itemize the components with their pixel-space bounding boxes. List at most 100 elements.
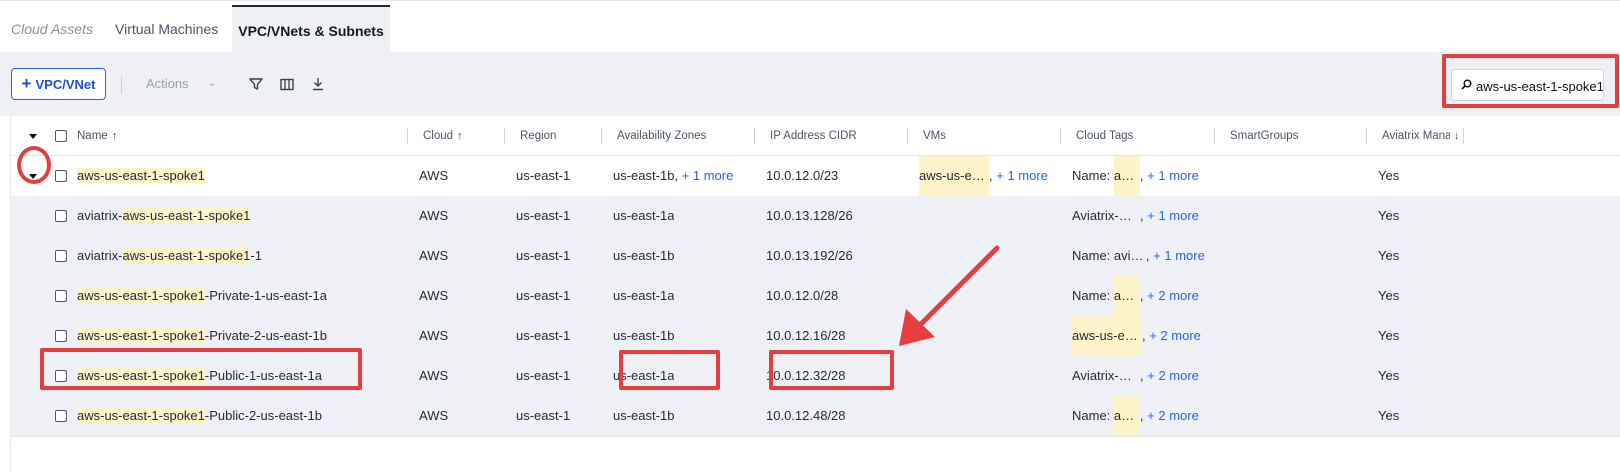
column-header-name[interactable]: Name ↑: [77, 116, 397, 156]
row-aviatrix-managed: Yes: [1378, 208, 1400, 223]
row-region: us-east-1: [516, 208, 571, 223]
row-region: us-east-1: [516, 328, 571, 343]
column-header-zones[interactable]: Availability Zones: [617, 116, 752, 156]
row-cloud: AWS: [419, 208, 449, 223]
column-header-vms[interactable]: VMs: [923, 116, 1063, 156]
row-zones: us-east-1b: [613, 248, 675, 263]
columns-icon[interactable]: [275, 72, 299, 96]
row-zones: us-east-1b, + 1 more: [613, 168, 734, 183]
column-header-region[interactable]: Region: [520, 116, 600, 156]
search-input[interactable]: [1476, 75, 1603, 97]
row-cidr: 10.0.13.192/26: [766, 248, 853, 263]
row-name: aviatrix-aws-us-east-1-spoke1: [77, 208, 251, 223]
more-link[interactable]: + 1 more: [1147, 208, 1199, 223]
row-tags: Name: aviatrix-aws-us-east-1-spoke1-1, +…: [1072, 248, 1205, 263]
row-cidr: 10.0.12.32/28: [766, 368, 846, 383]
grid-header: Name ↑ Cloud ↑ Region Availability Zones I…: [11, 116, 1620, 156]
search-field[interactable]: [1451, 69, 1604, 101]
row-name: aws-us-east-1-spoke1-Public-2-us-east-1b: [77, 408, 322, 423]
toolbar: + VPC/VNet Actions ⌄: [0, 52, 1620, 116]
row-aviatrix-managed: Yes: [1378, 168, 1400, 183]
row-zones: us-east-1a: [613, 288, 675, 303]
row-region: us-east-1: [516, 368, 571, 383]
filter-icon[interactable]: [244, 72, 268, 96]
more-link[interactable]: + 2 more: [1147, 288, 1199, 303]
breadcrumb-cloud-assets[interactable]: Cloud Assets: [0, 5, 108, 53]
toolbar-divider: [121, 76, 122, 94]
row-aviatrix-managed: Yes: [1378, 288, 1400, 303]
row-cidr: 10.0.12.48/28: [766, 408, 846, 423]
column-header-smartgroups[interactable]: SmartGroups: [1230, 116, 1365, 156]
more-link[interactable]: + 1 more: [682, 168, 734, 183]
column-header-cloud[interactable]: Cloud ↑: [423, 116, 503, 156]
row-region: us-east-1: [516, 288, 571, 303]
row-tags: Name: aws-us-east-1-spoke1-Private-1-us-…: [1072, 276, 1199, 316]
sort-ascending-icon: ↑: [111, 130, 118, 142]
row-cloud: AWS: [419, 328, 449, 343]
row-checkbox[interactable]: [55, 170, 67, 182]
caret-down-icon[interactable]: [29, 134, 37, 139]
row-cloud: AWS: [419, 248, 449, 263]
row-zones: us-east-1a: [613, 368, 675, 383]
row-name: aws-us-east-1-spoke1-Private-1-us-east-1…: [77, 288, 327, 303]
row-name: aws-us-east-1-spoke1-Private-2-us-east-1…: [77, 328, 327, 343]
tab-vpc-subnets[interactable]: VPC/VNets & Subnets: [232, 5, 390, 53]
table-row[interactable]: aws-us-east-1-spoke1 AWS us-east-1 us-ea…: [11, 156, 1620, 196]
row-cidr: 10.0.12.0/28: [766, 288, 839, 303]
row-cidr: 10.0.12.16/28: [766, 328, 846, 343]
more-link[interactable]: + 1 more: [1147, 168, 1199, 183]
row-tags: aws-us-east-1-spoke1-Private-2-us-east-1…: [1072, 316, 1201, 356]
row-tags: Name: aws-us-east-1-spoke1-Public-2-us-e…: [1072, 396, 1199, 436]
tab-bar: Cloud Assets Virtual Machines VPC/VNets …: [0, 0, 1620, 53]
row-cloud: AWS: [419, 288, 449, 303]
row-aviatrix-managed: Yes: [1378, 408, 1400, 423]
row-checkbox[interactable]: [55, 330, 67, 342]
table-row[interactable]: aviatrix-aws-us-east-1-spoke1-1 AWS us-e…: [11, 236, 1620, 276]
row-checkbox[interactable]: [55, 250, 67, 262]
row-region: us-east-1: [516, 248, 571, 263]
table-row[interactable]: aviatrix-aws-us-east-1-spoke1 AWS us-eas…: [11, 196, 1620, 236]
row-tags: Aviatrix-Created-Resource, + 1 more: [1072, 208, 1199, 223]
more-link[interactable]: + 2 more: [1147, 368, 1199, 383]
row-cidr: 10.0.12.0/23: [766, 168, 839, 183]
sort-ascending-icon: ↑: [457, 130, 463, 142]
row-name: aws-us-east-1-spoke1-Public-1-us-east-1a: [77, 368, 322, 383]
caret-down-icon[interactable]: [29, 174, 37, 179]
row-zones: us-east-1b: [613, 328, 675, 343]
more-link[interactable]: + 2 more: [1147, 408, 1199, 423]
row-checkbox[interactable]: [55, 290, 67, 302]
add-vpc-button[interactable]: + VPC/VNet: [11, 68, 106, 100]
more-link[interactable]: + 1 more: [996, 168, 1048, 183]
table-row[interactable]: aws-us-east-1-spoke1-Private-1-us-east-1…: [11, 276, 1620, 316]
sort-descending-icon: ↓: [1454, 130, 1460, 142]
more-link[interactable]: + 2 more: [1149, 328, 1201, 343]
row-aviatrix-managed: Yes: [1378, 248, 1400, 263]
column-header-aviatrix-managed[interactable]: Aviatrix Managed↓: [1382, 116, 1466, 156]
data-grid: Name ↑ Cloud ↑ Region Availability Zones I…: [10, 116, 1620, 472]
column-header-cloud-tags[interactable]: Cloud Tags: [1076, 116, 1211, 156]
actions-dropdown[interactable]: Actions ⌄: [136, 70, 226, 98]
chevron-down-icon: ⌄: [208, 78, 217, 89]
more-link[interactable]: + 1 more: [1153, 248, 1205, 263]
add-vpc-label: VPC/VNet: [35, 77, 96, 92]
row-name: aws-us-east-1-spoke1: [77, 168, 205, 183]
row-checkbox[interactable]: [55, 370, 67, 382]
actions-label: Actions: [146, 76, 189, 91]
download-icon[interactable]: [306, 72, 330, 96]
row-region: us-east-1: [516, 168, 571, 183]
column-header-cidr[interactable]: IP Address CIDR: [770, 116, 905, 156]
plus-icon: +: [21, 74, 32, 93]
row-name: aviatrix-aws-us-east-1-spoke1-1: [77, 248, 262, 263]
tab-virtual-machines[interactable]: Virtual Machines: [100, 5, 233, 53]
table-row[interactable]: aws-us-east-1-spoke1-Private-2-us-east-1…: [11, 316, 1620, 356]
row-cloud: AWS: [419, 368, 449, 383]
search-icon: [1461, 79, 1472, 90]
table-row[interactable]: aws-us-east-1-spoke1-Public-2-us-east-1b…: [11, 396, 1620, 436]
row-tags: Aviatrix-Created-Resource, + 2 more: [1072, 368, 1199, 383]
row-aviatrix-managed: Yes: [1378, 368, 1400, 383]
row-checkbox[interactable]: [55, 410, 67, 422]
row-checkbox[interactable]: [55, 210, 67, 222]
row-aviatrix-managed: Yes: [1378, 328, 1400, 343]
table-row[interactable]: aws-us-east-1-spoke1-Public-1-us-east-1a…: [11, 356, 1620, 396]
select-all-checkbox[interactable]: [55, 130, 67, 142]
